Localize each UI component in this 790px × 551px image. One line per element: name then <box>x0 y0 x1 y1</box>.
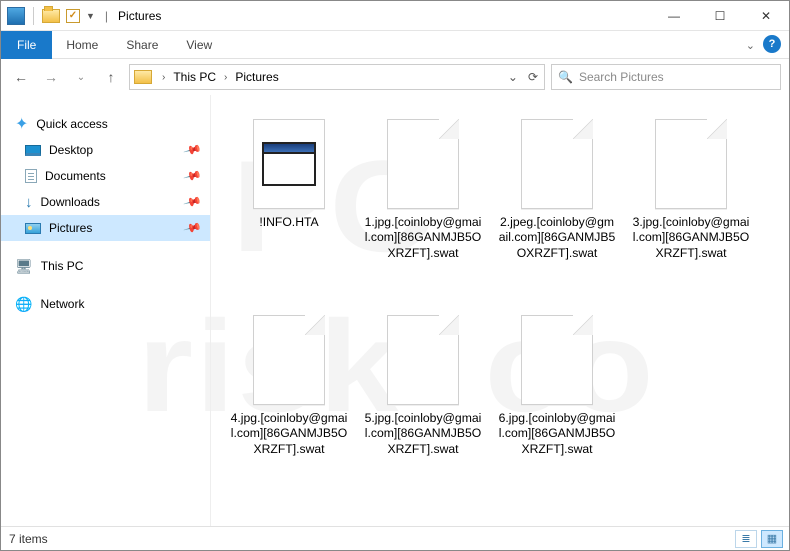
up-button[interactable]: ↑ <box>99 65 123 89</box>
pin-icon: 📌 <box>183 140 203 160</box>
pc-icon: 🖥 <box>15 258 33 275</box>
file-name: 1.jpg.[coinloby@gmail.com][86GANMJB5OXRZ… <box>363 215 483 261</box>
address-bar[interactable]: › This PC › Pictures ⌄ ⟳ <box>129 64 545 90</box>
file-tab[interactable]: File <box>1 31 52 59</box>
document-icon <box>25 169 37 183</box>
file-name: 4.jpg.[coinloby@gmail.com][86GANMJB5OXRZ… <box>229 411 349 457</box>
file-item[interactable]: 3.jpg.[coinloby@gmail.com][86GANMJB5OXRZ… <box>627 113 755 309</box>
qat-properties-icon[interactable]: ✓ <box>66 9 80 23</box>
hta-app-icon <box>262 142 316 186</box>
item-count: 7 items <box>9 532 48 546</box>
sidebar-item-label: Desktop <box>49 143 93 157</box>
file-thumbnail <box>387 119 459 209</box>
qat-folder-icon[interactable] <box>42 9 60 23</box>
sidebar-item-label: Downloads <box>41 195 100 209</box>
sidebar-item-label: Network <box>40 297 84 311</box>
address-folder-icon <box>134 70 152 84</box>
window-icon[interactable] <box>7 7 25 25</box>
tab-home[interactable]: Home <box>52 31 112 59</box>
star-icon: ✦ <box>15 114 28 134</box>
breadcrumb-thispc[interactable]: This PC <box>173 70 216 84</box>
tab-share[interactable]: Share <box>112 31 172 59</box>
file-list[interactable]: !INFO.HTA 1.jpg.[coinloby@gmail.com][86G… <box>211 95 789 526</box>
file-item[interactable]: 1.jpg.[coinloby@gmail.com][86GANMJB5OXRZ… <box>359 113 487 309</box>
sidebar-item-desktop[interactable]: Desktop 📌 <box>1 137 210 163</box>
minimize-button[interactable]: — <box>651 1 697 31</box>
titlebar: ✓ ▼ | Pictures — ☐ ✕ <box>1 1 789 31</box>
window-title: Pictures <box>118 9 161 23</box>
file-item[interactable]: 6.jpg.[coinloby@gmail.com][86GANMJB5OXRZ… <box>493 309 621 505</box>
chevron-right-icon[interactable]: › <box>218 72 233 83</box>
chevron-right-icon[interactable]: › <box>156 72 171 83</box>
help-button[interactable]: ? <box>763 35 781 53</box>
sidebar-item-documents[interactable]: Documents 📌 <box>1 163 210 189</box>
search-icon: 🔍 <box>558 70 573 84</box>
sidebar-network[interactable]: 🌐 Network <box>1 291 210 317</box>
file-item[interactable]: 4.jpg.[coinloby@gmail.com][86GANMJB5OXRZ… <box>225 309 353 505</box>
breadcrumb-pictures[interactable]: Pictures <box>235 70 278 84</box>
navigation-pane: ✦ Quick access Desktop 📌 Documents 📌 ↓ D… <box>1 95 211 526</box>
file-thumbnail <box>387 315 459 405</box>
tab-view[interactable]: View <box>172 31 226 59</box>
search-input[interactable]: 🔍 Search Pictures <box>551 64 781 90</box>
file-item[interactable]: 5.jpg.[coinloby@gmail.com][86GANMJB5OXRZ… <box>359 309 487 505</box>
ribbon-tabs: File Home Share View ⌄ ? <box>1 31 789 59</box>
sidebar-item-pictures[interactable]: Pictures 📌 <box>1 215 210 241</box>
status-bar: 7 items ≣ ▦ <box>1 526 789 550</box>
recent-locations-icon[interactable]: ⌄ <box>69 65 93 89</box>
pin-icon: 📌 <box>183 218 203 238</box>
address-dropdown-icon[interactable]: ⌄ <box>508 70 518 84</box>
file-item[interactable]: 2.jpeg.[coinloby@gmail.com][86GANMJB5OXR… <box>493 113 621 309</box>
search-placeholder: Search Pictures <box>579 70 664 84</box>
icons-view-button[interactable]: ▦ <box>761 530 783 548</box>
maximize-button[interactable]: ☐ <box>697 1 743 31</box>
file-name: 3.jpg.[coinloby@gmail.com][86GANMJB5OXRZ… <box>631 215 751 261</box>
pin-icon: 📌 <box>183 192 203 212</box>
pictures-icon <box>25 223 41 234</box>
sidebar-item-downloads[interactable]: ↓ Downloads 📌 <box>1 189 210 215</box>
refresh-button[interactable]: ⟳ <box>528 70 538 84</box>
title-separator: | <box>105 9 108 23</box>
navbar: ← → ⌄ ↑ › This PC › Pictures ⌄ ⟳ 🔍 Searc… <box>1 59 789 95</box>
file-name: !INFO.HTA <box>259 215 318 230</box>
file-thumbnail <box>521 119 593 209</box>
network-icon: 🌐 <box>15 296 32 313</box>
file-thumbnail <box>655 119 727 209</box>
back-button[interactable]: ← <box>9 65 33 89</box>
file-thumbnail <box>521 315 593 405</box>
close-button[interactable]: ✕ <box>743 1 789 31</box>
file-thumbnail <box>253 315 325 405</box>
sidebar-item-label: Pictures <box>49 221 92 235</box>
details-view-button[interactable]: ≣ <box>735 530 757 548</box>
pin-icon: 📌 <box>183 166 203 186</box>
download-icon: ↓ <box>25 194 33 211</box>
file-thumbnail <box>253 119 325 209</box>
forward-button[interactable]: → <box>39 65 63 89</box>
file-item[interactable]: !INFO.HTA <box>225 113 353 309</box>
expand-ribbon-icon[interactable]: ⌄ <box>746 39 755 52</box>
qat-dropdown-icon[interactable]: ▼ <box>86 11 95 21</box>
sidebar-item-label: Documents <box>45 169 106 183</box>
sidebar-this-pc[interactable]: 🖥 This PC <box>1 253 210 279</box>
sidebar-item-label: This PC <box>41 259 84 273</box>
sidebar-quick-access[interactable]: ✦ Quick access <box>1 111 210 137</box>
sidebar-item-label: Quick access <box>36 117 107 131</box>
desktop-icon <box>25 145 41 156</box>
file-name: 6.jpg.[coinloby@gmail.com][86GANMJB5OXRZ… <box>497 411 617 457</box>
file-name: 5.jpg.[coinloby@gmail.com][86GANMJB5OXRZ… <box>363 411 483 457</box>
file-name: 2.jpeg.[coinloby@gmail.com][86GANMJB5OXR… <box>497 215 617 261</box>
